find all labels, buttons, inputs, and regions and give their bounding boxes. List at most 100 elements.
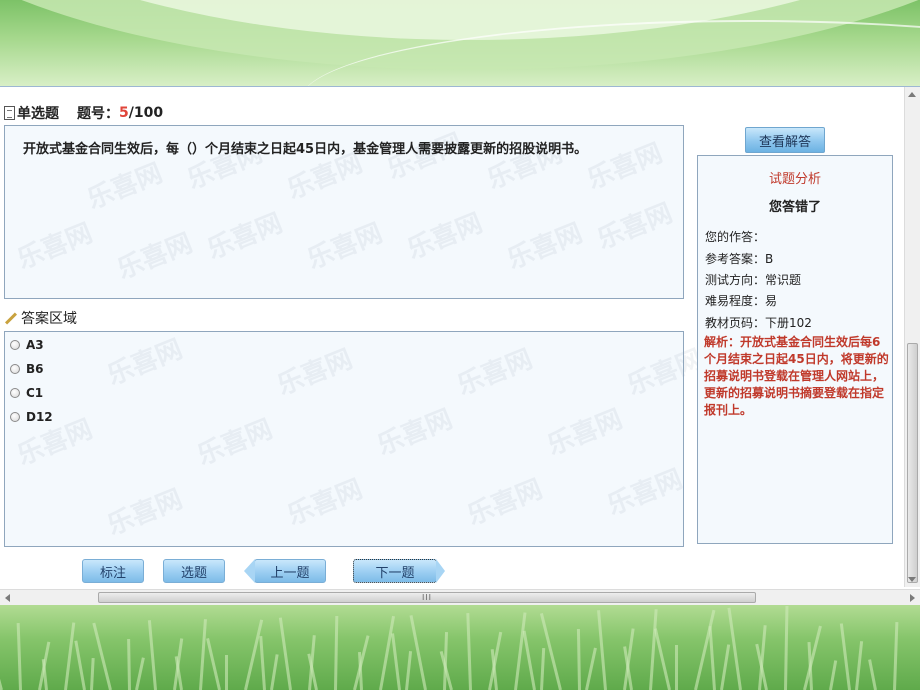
option-d[interactable]: D12: [10, 410, 53, 424]
option-label: B6: [26, 362, 44, 376]
grass-blade: [127, 638, 131, 690]
grass-blade: [90, 657, 95, 690]
your-answer: 您的作答：: [705, 230, 766, 244]
watermark: 乐喜网: [583, 138, 667, 196]
answer-area-label: 答案区域: [21, 311, 77, 327]
grass-blade: [597, 610, 607, 690]
radio-button[interactable]: [10, 340, 20, 350]
next-question-button[interactable]: 下一题: [353, 559, 445, 583]
option-b[interactable]: B6: [10, 362, 44, 376]
answer-verdict: 您答错了: [768, 200, 821, 215]
watermark: 乐喜网: [373, 404, 457, 462]
watermark: 乐喜网: [193, 414, 277, 472]
grass-blade: [708, 626, 716, 690]
grass-blade: [259, 636, 266, 690]
background-top-decoration: [0, 0, 920, 86]
previous-question-button[interactable]: 上一题: [244, 559, 326, 583]
grass-blade: [466, 612, 472, 690]
mark-button[interactable]: 标注: [82, 559, 144, 583]
grass-blade: [829, 660, 838, 690]
grass-blade: [16, 622, 22, 690]
answer-box: 乐喜网 乐喜网 乐喜网 乐喜网 乐喜网 乐喜网 乐喜网 乐喜网 乐喜网 乐喜网 …: [4, 331, 707, 547]
watermark: 乐喜网: [103, 334, 187, 392]
grass-blade: [727, 607, 742, 690]
horizontal-scrollbar[interactable]: III: [0, 589, 920, 605]
difficulty: 难易程度：易: [705, 294, 778, 308]
watermark: 乐喜网: [543, 404, 627, 462]
grass-blade: [585, 647, 597, 690]
question-number-total: /100: [128, 105, 164, 121]
grass-blade: [74, 640, 86, 690]
horizontal-scroll-thumb[interactable]: III: [98, 592, 756, 603]
reference-answer: 参考答案：B: [705, 252, 774, 266]
grass-blade: [514, 612, 527, 690]
grass-blade: [675, 645, 678, 690]
grass-blade: [576, 628, 581, 690]
grass-blade: [522, 630, 536, 690]
grass-blade: [391, 633, 401, 690]
document-icon: [4, 106, 15, 120]
watermark: 乐喜网: [113, 228, 197, 286]
grass-blade: [278, 617, 292, 690]
option-a[interactable]: A3: [10, 338, 44, 352]
analysis-title: 试题分析: [768, 172, 821, 187]
grass-blade: [855, 641, 864, 690]
test-direction: 测试方向：常识题: [705, 273, 802, 287]
watermark: 乐喜网: [303, 218, 387, 276]
background-grass-decoration: [0, 604, 920, 690]
grass-blade: [41, 659, 48, 690]
scroll-right-icon[interactable]: [910, 594, 915, 602]
scroll-up-icon[interactable]: [908, 92, 916, 97]
radio-button[interactable]: [10, 388, 20, 398]
grass-blade: [540, 647, 546, 690]
view-answer-button[interactable]: 查看解答: [745, 127, 825, 153]
answer-area-heading: 答案区域: [4, 307, 77, 329]
vertical-scroll-thumb[interactable]: [907, 343, 918, 583]
radio-button[interactable]: [10, 412, 20, 422]
watermark: 乐喜网: [203, 208, 287, 266]
grass-blade: [720, 644, 731, 690]
radio-button[interactable]: [10, 364, 20, 374]
textbook-page: 教材页码：下册102: [705, 316, 812, 330]
watermark: 乐喜网: [83, 158, 167, 216]
grass-blade: [649, 609, 658, 690]
vertical-scrollbar[interactable]: [904, 87, 920, 587]
question-header: 单选题 题号： 5 /100: [4, 101, 163, 125]
watermark: 乐喜网: [283, 474, 367, 532]
grass-blade: [409, 615, 427, 690]
grass-blade: [64, 622, 76, 690]
question-text: 开放式基金合同生效后，每（）个月结束之日起45日内，基金管理人需要披露更新的招股…: [23, 142, 588, 157]
scroll-down-icon[interactable]: [908, 577, 916, 582]
watermark: 乐喜网: [13, 218, 97, 276]
question-box: 乐喜网 乐喜网 乐喜网 乐喜网 乐喜网 乐喜网 乐喜网 乐喜网 乐喜网 乐喜网 …: [4, 125, 684, 299]
grass-blade: [270, 654, 279, 690]
analysis-panel: 试题分析 您答错了 您的作答： 参考答案：B 测试方向：常识题 难易程度：易 教…: [697, 155, 893, 544]
watermark: 乐喜网: [403, 208, 487, 266]
option-label: C1: [26, 386, 44, 400]
watermark: 乐喜网: [463, 474, 547, 532]
grass-blade: [225, 655, 228, 690]
grass-blade: [0, 660, 3, 690]
grass-blade: [653, 628, 671, 690]
watermark: 乐喜网: [273, 344, 357, 402]
grass-blade: [405, 651, 413, 690]
option-label: D12: [26, 410, 53, 424]
select-question-button[interactable]: 选题: [163, 559, 225, 583]
grass-blade: [206, 638, 221, 690]
grass-blade: [92, 622, 112, 690]
watermark: 乐喜网: [623, 344, 707, 402]
grass-blade: [199, 619, 207, 690]
watermark: 乐喜网: [603, 464, 687, 522]
option-label: A3: [26, 338, 44, 352]
scroll-grip: III: [421, 593, 433, 602]
grass-blade: [135, 657, 145, 690]
scroll-left-icon[interactable]: [5, 594, 10, 602]
question-number-current: 5: [119, 105, 129, 121]
grass-blade: [839, 623, 851, 690]
option-c[interactable]: C1: [10, 386, 43, 400]
question-type: 单选题: [17, 106, 59, 122]
exam-window: 单选题 题号： 5 /100 乐喜网 乐喜网 乐喜网 乐喜网 乐喜网 乐喜网 乐…: [0, 86, 920, 605]
watermark: 乐喜网: [503, 218, 587, 276]
pencil-icon: [4, 311, 18, 325]
watermark: 乐喜网: [453, 344, 537, 402]
